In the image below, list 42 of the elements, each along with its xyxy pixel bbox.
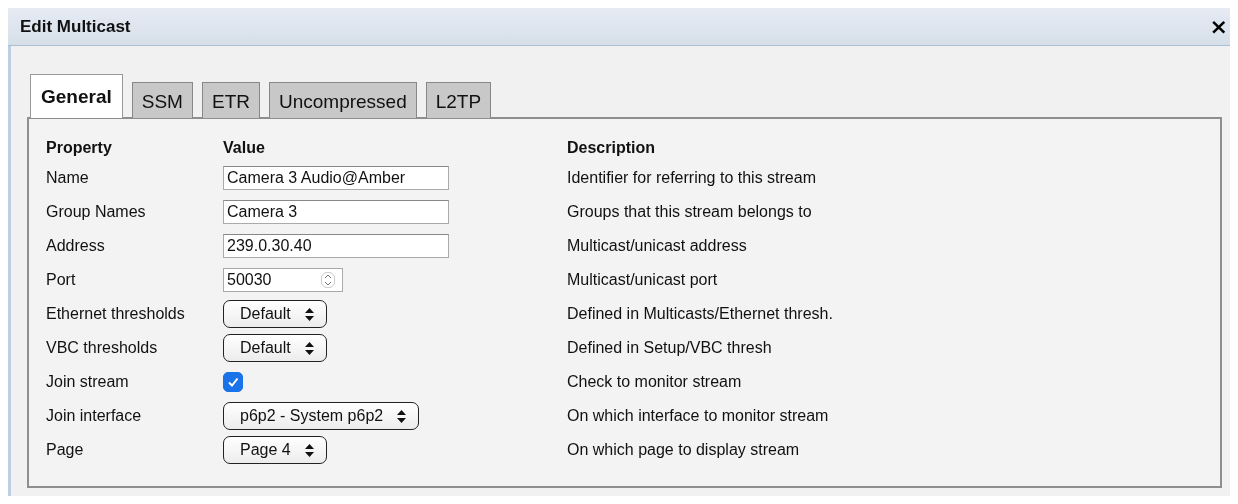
description-text: Groups that this stream belongs to (567, 203, 813, 221)
tab[interactable]: ETR (201, 82, 260, 118)
dropdown-arrows-icon (304, 307, 314, 321)
description-text: On which page to display stream (567, 441, 801, 459)
description-text: Identifier for referring to this stream (567, 169, 817, 187)
property-label: Group Names (46, 203, 147, 221)
property-label: Port (46, 271, 77, 289)
dropdown[interactable]: Default (223, 334, 327, 362)
description-text: Multicast/unicast address (567, 237, 748, 255)
description-text: Defined in Multicasts/Ethernet thresh. (567, 305, 834, 323)
property-label: Page (46, 441, 85, 459)
tab[interactable]: SSM (131, 82, 193, 118)
stepper-icon[interactable] (321, 272, 335, 288)
property-label: VBC thresholds (46, 339, 159, 357)
text-field[interactable]: Camera 3 (223, 200, 449, 224)
description-text: Defined in Setup/VBC thresh (567, 339, 773, 357)
dropdown-arrows-icon (397, 409, 407, 423)
description-text: On which interface to monitor stream (567, 407, 830, 425)
number-field[interactable]: 50030 (223, 268, 343, 292)
property-label: Ethernet thresholds (46, 305, 186, 323)
text-field[interactable]: 239.0.30.40 (223, 234, 449, 258)
tab[interactable]: L2TP (425, 82, 492, 118)
property-label: Join interface (46, 407, 143, 425)
property-label: Join stream (46, 373, 130, 391)
dropdown[interactable]: p6p2 - System p6p2 (223, 402, 420, 430)
tab[interactable]: General (30, 74, 123, 118)
dropdown[interactable]: Page 4 (223, 436, 327, 464)
close-button[interactable]: × (1207, 15, 1230, 38)
dropdown-arrows-icon (304, 341, 314, 355)
column-header: Property (46, 138, 113, 158)
window-title: Edit Multicast (20, 16, 131, 37)
column-header: Description (567, 138, 656, 158)
property-label: Name (46, 169, 90, 187)
description-text: Multicast/unicast port (567, 271, 719, 289)
tab[interactable]: Uncompressed (268, 82, 417, 118)
text-field[interactable]: Camera 3 Audio@Amber (223, 166, 449, 190)
column-header: Value (223, 138, 266, 158)
dropdown[interactable]: Default (223, 300, 327, 328)
property-label: Address (46, 237, 106, 255)
dropdown-arrows-icon (304, 443, 314, 457)
checkbox[interactable] (223, 371, 243, 392)
description-text: Check to monitor stream (567, 373, 743, 391)
